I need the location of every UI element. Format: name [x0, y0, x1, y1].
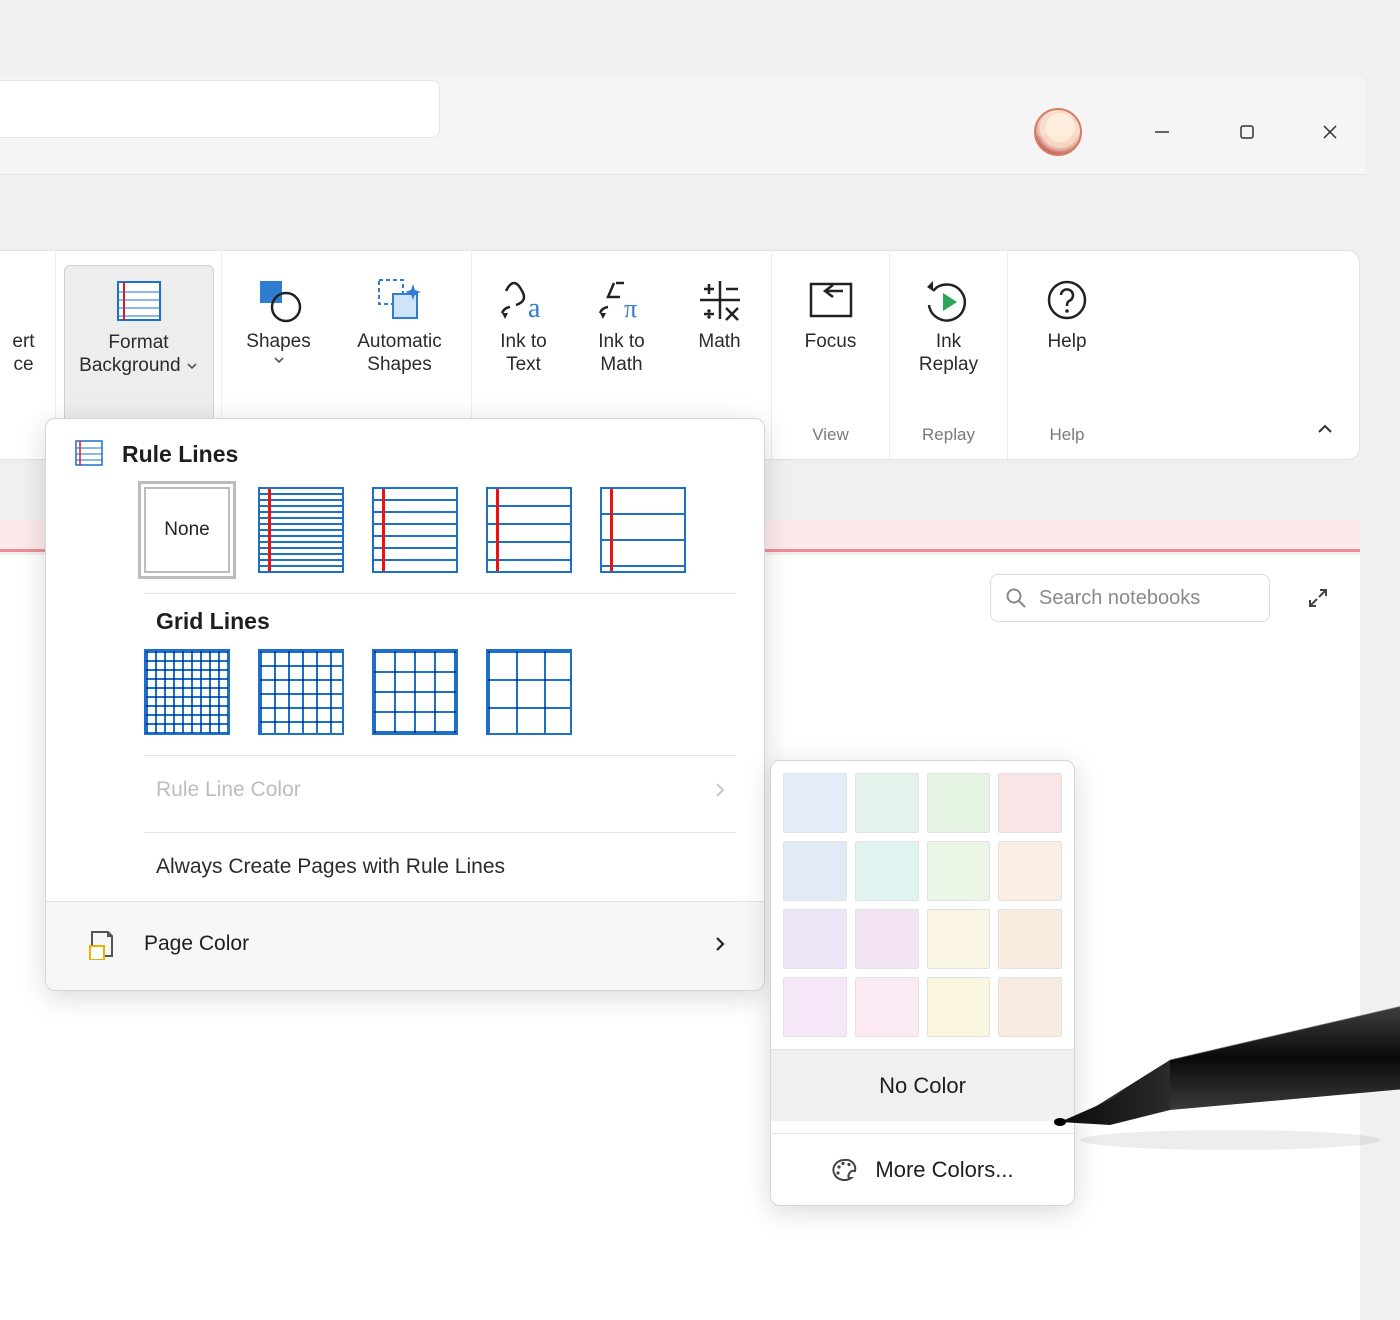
app-window: ert ce Format Background [0, 0, 1400, 1320]
palette-icon [831, 1157, 859, 1183]
color-swatch-2[interactable] [927, 773, 991, 833]
color-swatch-4[interactable] [783, 841, 847, 901]
rule-line-color-item: Rule Line Color [46, 756, 764, 824]
label: Help [1047, 331, 1086, 354]
dropdown-caret [273, 354, 285, 366]
math-icon [696, 271, 744, 329]
color-swatch-11[interactable] [998, 909, 1062, 969]
color-swatch-10[interactable] [927, 909, 991, 969]
focus-icon [807, 271, 855, 329]
page-color-icon [86, 928, 116, 960]
help-icon [1044, 271, 1090, 329]
more-colors-item[interactable]: More Colors... [771, 1133, 1074, 1205]
auto-shapes-icon [373, 271, 427, 329]
color-swatch-0[interactable] [783, 773, 847, 833]
label: Replay [919, 354, 978, 376]
label: Always Create Pages with Rule Lines [156, 855, 505, 879]
shapes-icon [254, 271, 304, 329]
ruled-page-icon [114, 272, 164, 330]
color-swatch-14[interactable] [927, 977, 991, 1037]
no-color-item[interactable]: No Color [771, 1049, 1074, 1121]
format-background-dropdown: Rule Lines None Grid Lines Rule Line Col… [45, 418, 765, 991]
label: Format [108, 332, 168, 355]
color-swatch-13[interactable] [855, 977, 919, 1037]
label: Focus [805, 331, 857, 354]
group-label: View [812, 425, 849, 453]
label: Background [79, 355, 198, 377]
color-swatch-3[interactable] [998, 773, 1062, 833]
format-background-button[interactable]: Format Background [64, 265, 214, 425]
label: Ink to [598, 331, 644, 354]
grid-large[interactable] [372, 649, 458, 735]
window-maximize-button[interactable] [1221, 108, 1273, 156]
rule-lines-narrow[interactable] [258, 487, 344, 573]
label: ce [13, 354, 33, 376]
math-button[interactable]: Math [674, 265, 766, 425]
label: Shapes [367, 354, 431, 376]
ink-replay-icon [923, 271, 975, 329]
color-swatch-5[interactable] [855, 841, 919, 901]
grid-xlarge[interactable] [486, 649, 572, 735]
grid-lines-heading: Grid Lines [46, 594, 764, 639]
search-icon [1005, 587, 1027, 609]
label: ert [12, 331, 34, 354]
ink-replay-button[interactable]: Ink Replay [899, 265, 999, 425]
rule-lines-none[interactable]: None [144, 487, 230, 573]
search-notebooks-input[interactable]: Search notebooks [990, 574, 1270, 622]
titlebar-search-area [0, 80, 440, 138]
label: Math [600, 354, 642, 376]
svg-text:π: π [624, 294, 637, 323]
shapes-button[interactable]: Shapes [229, 265, 329, 425]
grid-medium[interactable] [258, 649, 344, 735]
search-placeholder: Search notebooks [1039, 587, 1200, 610]
color-swatch-7[interactable] [998, 841, 1062, 901]
label: No Color [879, 1073, 966, 1099]
color-swatch-1[interactable] [855, 773, 919, 833]
label: Ink [936, 331, 961, 354]
chevron-right-icon [712, 936, 728, 952]
group-label: Replay [922, 425, 975, 453]
svg-text:a: a [528, 293, 541, 323]
grid-small[interactable] [144, 649, 230, 735]
ribbon-button-truncated[interactable]: ert ce [2, 265, 44, 425]
ink-to-text-icon: a [496, 271, 552, 329]
rule-lines-standard[interactable] [486, 487, 572, 573]
label: None [164, 519, 209, 541]
chevron-right-icon [712, 782, 728, 798]
automatic-shapes-button[interactable]: Automatic Shapes [335, 265, 465, 425]
page-color-item[interactable]: Page Color [46, 901, 764, 990]
color-swatch-8[interactable] [783, 909, 847, 969]
ribbon-collapse-button[interactable] [1315, 419, 1335, 439]
user-avatar[interactable] [1034, 108, 1082, 156]
expand-icon[interactable] [1298, 578, 1338, 618]
rule-lines-heading: Rule Lines [122, 441, 238, 468]
color-swatch-6[interactable] [927, 841, 991, 901]
color-swatch-12[interactable] [783, 977, 847, 1037]
label: Math [698, 331, 740, 354]
color-swatch-9[interactable] [855, 909, 919, 969]
label: Automatic [357, 331, 441, 354]
label: Text [506, 354, 541, 376]
always-create-rule-lines-item[interactable]: Always Create Pages with Rule Lines [46, 833, 764, 901]
ink-to-math-button[interactable]: π Ink to Math [576, 265, 668, 425]
ruled-page-icon [74, 439, 104, 469]
window-close-button[interactable] [1304, 108, 1356, 156]
help-button[interactable]: Help [1017, 265, 1117, 425]
focus-button[interactable]: Focus [781, 265, 881, 425]
rule-lines-college[interactable] [372, 487, 458, 573]
ink-to-math-icon: π [594, 271, 650, 329]
ink-to-text-button[interactable]: a Ink to Text [478, 265, 570, 425]
color-swatch-15[interactable] [998, 977, 1062, 1037]
page-color-popup: No Color More Colors... [770, 760, 1075, 1206]
label: Ink to [500, 331, 546, 354]
rule-lines-wide[interactable] [600, 487, 686, 573]
window-minimize-button[interactable] [1136, 108, 1188, 156]
label: Rule Line Color [156, 778, 301, 802]
group-label: Help [1050, 425, 1085, 453]
label: Page Color [144, 932, 249, 956]
label: More Colors... [875, 1157, 1013, 1183]
label: Shapes [246, 331, 310, 354]
